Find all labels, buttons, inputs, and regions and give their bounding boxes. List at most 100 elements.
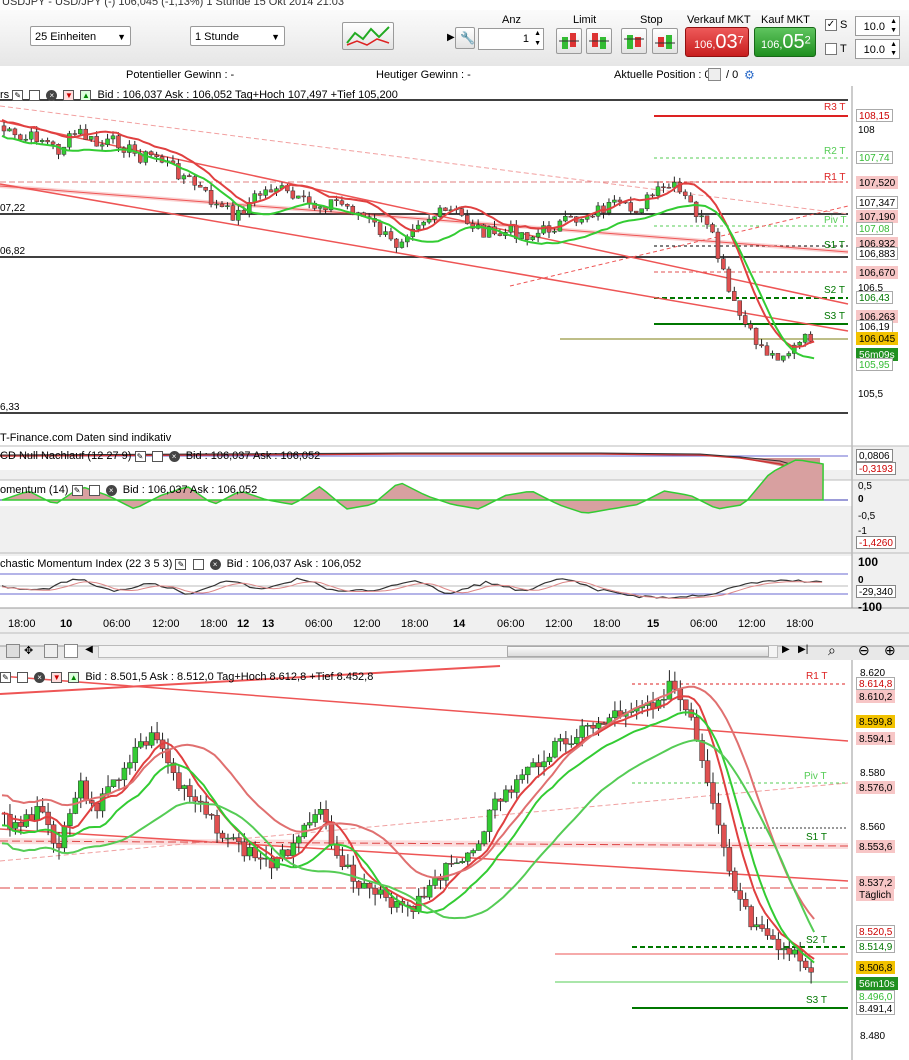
maximize-icon[interactable]	[151, 450, 163, 462]
candle	[568, 216, 574, 218]
arrow-up-icon[interactable]: ▲	[80, 89, 92, 101]
time-tick-label: 18:00	[200, 618, 228, 630]
stop-sell-button[interactable]	[652, 28, 678, 54]
limit-sell-button[interactable]	[586, 28, 612, 54]
save-icon[interactable]	[6, 644, 20, 658]
stop-buy-button[interactable]	[621, 28, 647, 54]
candle	[443, 207, 448, 211]
candle	[699, 215, 704, 218]
candle	[650, 194, 655, 197]
arrow-down-icon[interactable]: ▼	[51, 671, 63, 683]
candle	[497, 233, 503, 236]
candle	[699, 740, 705, 761]
wrench-icon[interactable]: ✎	[71, 484, 83, 496]
candle	[574, 737, 580, 745]
chart-type-button[interactable]	[342, 22, 394, 50]
candle	[770, 353, 775, 356]
candle	[334, 844, 340, 856]
horizontal-scrollbar[interactable]	[98, 645, 778, 658]
candle	[241, 841, 248, 857]
candle	[426, 219, 432, 223]
scroll-end-icon[interactable]: ▶|	[798, 644, 808, 655]
candle	[377, 221, 383, 235]
wrench-button[interactable]: 🔧	[455, 27, 475, 49]
candle	[219, 203, 225, 207]
candle	[214, 203, 219, 206]
maximize-icon[interactable]	[192, 558, 204, 570]
candle	[781, 355, 786, 361]
spinner-icon[interactable]: ▲ ▼	[890, 40, 897, 58]
t-checkbox[interactable]	[825, 43, 837, 55]
move-icon[interactable]: ✥	[24, 644, 38, 658]
wrench-icon[interactable]: ✎	[12, 89, 24, 101]
arrow-up-icon[interactable]: ▲	[68, 671, 80, 683]
buy-mkt-button[interactable]: 106,052	[754, 27, 816, 57]
chart2-axis-8480: 8.480	[860, 1031, 886, 1042]
candle	[415, 224, 421, 230]
candle	[770, 935, 776, 940]
candle	[39, 140, 45, 142]
scroll-left-arrow-icon[interactable]: ◀	[82, 644, 96, 658]
time-tick-label: 14	[453, 618, 466, 630]
macd-signal-tag: -0,3193	[856, 462, 896, 475]
arrow-down-icon[interactable]: ▼	[63, 89, 75, 101]
candle	[661, 186, 666, 189]
anz-input[interactable]: 1 ▲ ▼	[478, 28, 544, 50]
candle	[737, 300, 742, 316]
candle	[546, 756, 553, 763]
units-select[interactable]: 25 Einheiten ▼	[30, 26, 131, 46]
wrench-icon[interactable]: ✎	[134, 450, 146, 462]
t-input[interactable]: 10.0 ▲ ▼	[855, 39, 900, 59]
time-tick-label: 06:00	[690, 618, 718, 630]
list-icon[interactable]	[64, 644, 78, 658]
candle	[34, 806, 40, 821]
smi-quote: Bid : 106,037 Ask : 106,052	[226, 558, 362, 570]
scroll-right-arrow-icon[interactable]: ▶	[782, 644, 790, 655]
chart1-left-label-1: 07,22	[0, 203, 26, 214]
sell-mkt-button[interactable]: 106,037	[685, 27, 749, 57]
candle	[764, 928, 771, 936]
chart2-quote: Bid : 8.501,5 Ask : 8.512,0 Tag+Hoch 8.6…	[85, 671, 374, 683]
position-detail-icon[interactable]	[708, 68, 721, 81]
s-input[interactable]: 10.0 ▲ ▼	[855, 16, 900, 36]
chart2-level-r1: R1 T	[806, 671, 828, 682]
buy-mkt-label: Kauf MKT	[761, 14, 810, 26]
close-icon[interactable]: ×	[46, 89, 58, 101]
s-checkbox[interactable]: ✓	[825, 19, 837, 31]
period-select[interactable]: 1 Stunde ▼	[190, 26, 285, 46]
candle	[470, 850, 476, 854]
position-info-bar: Potentieller Gewinn : - Heutiger Gewinn …	[0, 66, 909, 87]
spinner-icon[interactable]: ▲ ▼	[890, 17, 897, 35]
stop-label: Stop	[640, 14, 663, 26]
candle	[268, 189, 274, 193]
wrench-icon[interactable]: ✎	[175, 558, 187, 570]
collapse-arrow-icon[interactable]: ▶	[447, 32, 455, 43]
spinner-icon[interactable]: ▲ ▼	[534, 29, 541, 49]
maximize-icon[interactable]	[88, 484, 100, 496]
candle	[290, 190, 296, 199]
candle	[377, 889, 384, 895]
candle	[535, 762, 542, 768]
candle	[121, 767, 128, 781]
order-toolbar: 25 Einheiten ▼ 1 Stunde ▼ ▶ 🔧 Anz 1 ▲ ▼ L…	[0, 10, 909, 67]
wrench-icon[interactable]: ✎	[0, 671, 11, 683]
candle	[465, 852, 471, 862]
maximize-icon[interactable]	[29, 89, 41, 101]
zoom-out-icon[interactable]: ⊖	[858, 642, 870, 659]
candle	[715, 803, 722, 826]
zoom-in-icon[interactable]: ⊕	[884, 642, 896, 659]
limit-buy-button[interactable]	[556, 28, 582, 54]
close-icon[interactable]: ×	[168, 450, 180, 462]
scrollbar-thumb[interactable]	[507, 646, 769, 657]
close-icon[interactable]: ×	[209, 558, 221, 570]
zoom-fit-icon[interactable]: ⌕	[828, 642, 836, 659]
maximize-icon[interactable]	[17, 671, 29, 683]
gear-icon[interactable]: ⚙	[744, 68, 755, 82]
layout-icon[interactable]	[44, 644, 58, 658]
close-icon[interactable]: ×	[105, 484, 117, 496]
candle	[208, 190, 214, 205]
sell-price-prefix: 106,	[694, 39, 716, 51]
macd-title: CD Null Nachlauf (12 27 9)	[0, 450, 132, 462]
candle	[584, 725, 591, 727]
close-icon[interactable]: ×	[34, 671, 46, 683]
